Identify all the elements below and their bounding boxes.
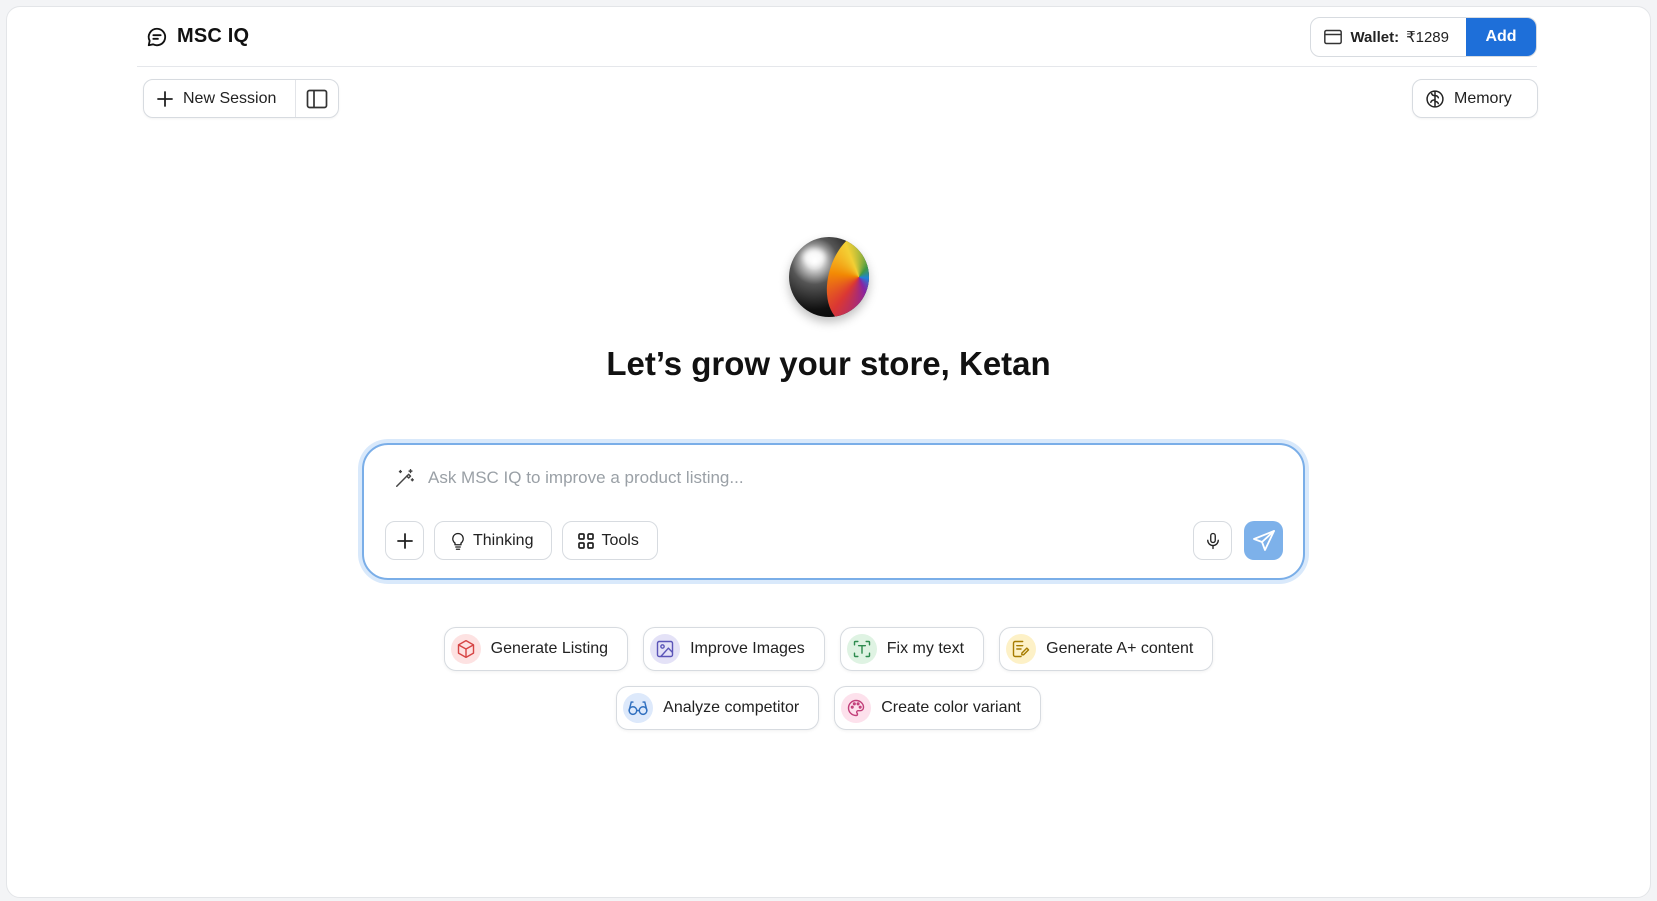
- suggestion-analyze-competitor[interactable]: Analyze competitor: [616, 686, 820, 730]
- composer-tools-left: Thinking Tools: [385, 521, 658, 560]
- thinking-label: Thinking: [473, 531, 534, 549]
- brain-icon: [1425, 89, 1445, 109]
- prompt-input-row: [394, 467, 1174, 489]
- suggestion-chips: Generate Listing Improve Images Fix my t…: [7, 627, 1650, 730]
- assistant-orb-logo: [789, 237, 869, 317]
- cube-icon: [450, 634, 481, 664]
- suggestion-row-1: Generate Listing Improve Images Fix my t…: [443, 627, 1214, 671]
- magic-wand-icon: [394, 467, 416, 489]
- suggestion-improve-images[interactable]: Improve Images: [643, 627, 825, 671]
- wallet-label: Wallet:: [1350, 28, 1400, 46]
- memory-button[interactable]: Memory: [1412, 79, 1538, 118]
- plus-icon: [156, 90, 174, 108]
- suggestion-generate-a-plus-content[interactable]: Generate A+ content: [999, 627, 1214, 671]
- suggestion-row-2: Analyze competitor Create color variant: [616, 686, 1041, 730]
- suggestion-create-color-variant[interactable]: Create color variant: [834, 686, 1041, 730]
- tools-label: Tools: [601, 531, 639, 549]
- wallet-amount: ₹1289: [1406, 29, 1449, 46]
- suggestion-label: Generate A+ content: [1046, 640, 1194, 657]
- wallet-balance: Wallet: ₹1289: [1311, 18, 1466, 56]
- suggestion-label: Create color variant: [881, 699, 1021, 716]
- sidebar-toggle-button[interactable]: [296, 80, 338, 117]
- brand[interactable]: MSC IQ: [146, 25, 249, 48]
- thinking-toggle-button[interactable]: Thinking: [434, 521, 553, 560]
- grid-icon: [577, 532, 595, 550]
- suggestion-fix-my-text[interactable]: Fix my text: [839, 627, 985, 671]
- document-edit-icon: [1006, 634, 1037, 664]
- send-paper-plane-icon: [1252, 529, 1276, 553]
- text-icon: [846, 634, 877, 664]
- suggestion-generate-listing[interactable]: Generate Listing: [443, 627, 629, 671]
- lightbulb-icon: [449, 531, 467, 551]
- wallet-widget: Wallet: ₹1289 Add: [1310, 17, 1537, 57]
- voice-input-button[interactable]: [1193, 521, 1232, 560]
- app-title: MSC IQ: [177, 25, 250, 47]
- session-controls: New Session: [143, 79, 339, 118]
- app-window: MSC IQ Wallet: ₹1289 Add New Session Mem…: [6, 6, 1651, 898]
- palette-icon: [841, 693, 872, 723]
- wallet-icon: [1323, 28, 1343, 46]
- plus-icon: [396, 532, 414, 550]
- top-header: MSC IQ Wallet: ₹1289 Add: [137, 7, 1537, 67]
- chat-bubble-icon: [146, 26, 168, 48]
- new-session-label: New Session: [183, 89, 277, 107]
- prompt-input[interactable]: [428, 468, 1128, 488]
- image-icon: [650, 634, 681, 664]
- microphone-icon: [1204, 531, 1222, 551]
- suggestion-label: Fix my text: [886, 640, 965, 657]
- sidebar-panel-icon: [306, 89, 328, 109]
- composer-tools-right: [1193, 521, 1283, 560]
- glasses-icon: [623, 693, 654, 723]
- suggestion-label: Generate Listing: [490, 640, 609, 657]
- attach-button[interactable]: [385, 521, 424, 560]
- tools-button[interactable]: Tools: [562, 521, 658, 560]
- suggestion-label: Analyze competitor: [663, 699, 800, 716]
- send-button[interactable]: [1244, 521, 1283, 560]
- memory-label: Memory: [1454, 89, 1512, 107]
- greeting-heading: Let’s grow your store, Ketan: [606, 345, 1051, 382]
- new-session-button[interactable]: New Session: [144, 80, 296, 117]
- suggestion-label: Improve Images: [690, 640, 805, 657]
- prompt-composer: Thinking Tools: [362, 443, 1305, 580]
- add-funds-button[interactable]: Add: [1466, 18, 1536, 56]
